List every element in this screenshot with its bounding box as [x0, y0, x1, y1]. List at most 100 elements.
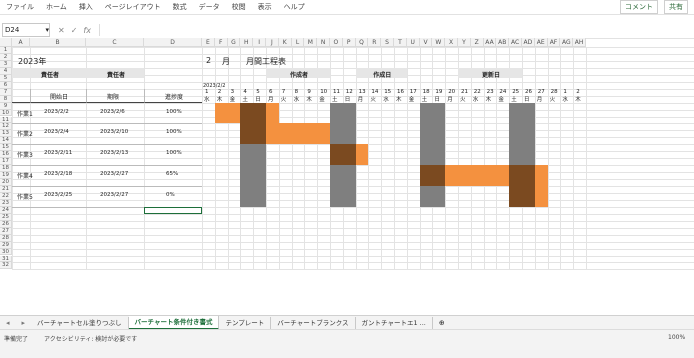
ribbon-tab[interactable]: ファイル [0, 2, 40, 12]
add-sheet-icon[interactable]: ⊕ [433, 319, 451, 327]
row-header[interactable]: 16 [0, 151, 12, 159]
row-header[interactable]: 4 [0, 67, 12, 75]
column-header[interactable]: W [432, 38, 446, 47]
column-header[interactable]: T [394, 38, 407, 47]
column-header[interactable]: AG [560, 38, 574, 47]
column-header[interactable]: Y [458, 38, 471, 47]
sheet-tab[interactable]: バーチャートセル塗りつぶし [31, 317, 129, 329]
ribbon-tab[interactable]: データ [193, 2, 226, 12]
cancel-icon[interactable]: ✕ [58, 26, 65, 35]
sheet-tab-bar: ◂ ▸ バーチャートセル塗りつぶし バーチャート条件付き書式 テンプレート バーチャー… [0, 315, 694, 330]
row-header[interactable]: 24 [0, 206, 12, 214]
row-header[interactable]: 13 [0, 130, 12, 138]
row-header[interactable]: 5 [0, 74, 12, 82]
name-box[interactable]: D24 ▾ [2, 23, 50, 37]
ribbon-tab[interactable]: ページレイアウト [99, 2, 167, 12]
row-header[interactable]: 1 [0, 47, 12, 54]
row-header[interactable]: 23 [0, 199, 12, 207]
row-header[interactable]: 10 [0, 109, 12, 117]
row-header[interactable]: 22 [0, 192, 12, 200]
row-header[interactable]: 26 [0, 220, 12, 228]
column-header[interactable]: Z [470, 38, 484, 47]
row-header[interactable]: 12 [0, 123, 12, 131]
row-header[interactable]: 28 [0, 234, 12, 242]
share-button[interactable]: 共有 [664, 0, 688, 14]
column-header[interactable]: AF [547, 38, 561, 47]
column-header[interactable]: C [86, 38, 144, 47]
zoom-level[interactable]: 100% [668, 334, 685, 341]
column-header[interactable]: AC [509, 38, 522, 47]
sheet-tab[interactable]: バーチャートブランクス [271, 317, 356, 329]
row-header[interactable]: 14 [0, 137, 12, 145]
column-header[interactable]: G [227, 38, 241, 47]
formula-input[interactable] [98, 24, 694, 36]
column-header[interactable]: N [317, 38, 330, 47]
ribbon-tab[interactable]: 表示 [252, 2, 278, 12]
row-header[interactable]: 18 [0, 165, 12, 173]
column-header[interactable]: L [291, 38, 305, 47]
column-header[interactable]: Q [355, 38, 369, 47]
task-progress: 0% [166, 192, 175, 198]
row-header[interactable]: 8 [0, 95, 12, 103]
row-header[interactable]: 27 [0, 227, 12, 235]
column-header[interactable]: F [214, 38, 228, 47]
column-header[interactable]: AE [534, 38, 548, 47]
column-header[interactable]: S [381, 38, 394, 47]
sheet-tab[interactable]: ガントチャートエ1 ... [356, 317, 433, 329]
prev-sheet-icon[interactable]: ◂ [0, 319, 16, 327]
row-header[interactable]: 7 [0, 88, 12, 96]
column-header[interactable]: AD [522, 38, 535, 47]
column-header[interactable]: I [253, 38, 266, 47]
next-sheet-icon[interactable]: ▸ [16, 319, 32, 327]
ribbon-tab[interactable]: 数式 [167, 2, 193, 12]
confirm-icon[interactable]: ✓ [71, 26, 78, 35]
row-header[interactable]: 2 [0, 53, 12, 61]
row-header[interactable]: 11 [0, 116, 12, 124]
ribbon-tab[interactable]: 校閲 [226, 2, 252, 12]
column-header[interactable]: P [342, 38, 356, 47]
row-divider [12, 144, 202, 146]
row-header[interactable]: 32 [0, 262, 12, 270]
column-header[interactable]: U [406, 38, 420, 47]
row-header[interactable]: 31 [0, 255, 12, 263]
column-header[interactable]: AB [496, 38, 510, 47]
sheet-tab[interactable]: テンプレート [219, 317, 272, 329]
column-header[interactable]: X [445, 38, 458, 47]
column-header[interactable]: V [419, 38, 433, 47]
row-header[interactable]: 25 [0, 213, 12, 221]
ribbon-tab[interactable]: 挿入 [73, 2, 99, 12]
ribbon-tab[interactable]: ヘルプ [278, 2, 311, 12]
row-header[interactable]: 3 [0, 60, 12, 68]
row-header[interactable]: 17 [0, 158, 12, 166]
ribbon-tab[interactable]: ホーム [40, 2, 73, 12]
row-header[interactable]: 6 [0, 81, 12, 89]
row-header[interactable]: 30 [0, 248, 12, 256]
column-header[interactable]: AA [483, 38, 497, 47]
fx-icon[interactable]: fx [83, 26, 91, 35]
comment-button[interactable]: コメント [620, 0, 658, 14]
column-header[interactable]: M [304, 38, 318, 47]
chevron-down-icon[interactable]: ▾ [45, 24, 49, 36]
row-header[interactable]: 9 [0, 102, 12, 110]
selected-cell[interactable] [144, 206, 202, 214]
column-header[interactable]: H [240, 38, 254, 47]
column-header[interactable]: O [330, 38, 343, 47]
column-header[interactable]: A [12, 38, 30, 47]
row-header[interactable]: 15 [0, 144, 12, 152]
column-header[interactable]: D [144, 38, 202, 47]
column-header[interactable]: E [202, 38, 215, 47]
row-header[interactable]: 21 [0, 186, 12, 193]
column-header[interactable]: B [30, 38, 86, 47]
column-header[interactable]: R [368, 38, 382, 47]
row-header[interactable]: 20 [0, 179, 12, 186]
column-header[interactable]: K [278, 38, 292, 47]
row-header[interactable]: 29 [0, 241, 12, 249]
column-header[interactable]: J [266, 38, 279, 47]
gantt-bar [317, 123, 330, 145]
spreadsheet-grid[interactable]: A B C D E F G H I J K L M N O P Q R S T U V W X Y Z AA AB AC AD AE AF AG… [0, 38, 694, 315]
column-header[interactable]: AH [573, 38, 586, 47]
sheet-tab[interactable]: バーチャート条件付き書式 [128, 316, 220, 330]
select-all-corner[interactable] [0, 38, 12, 47]
accessibility-status[interactable]: アクセシビリティ: 検討が必要です [44, 334, 137, 343]
row-header[interactable]: 19 [0, 172, 12, 180]
